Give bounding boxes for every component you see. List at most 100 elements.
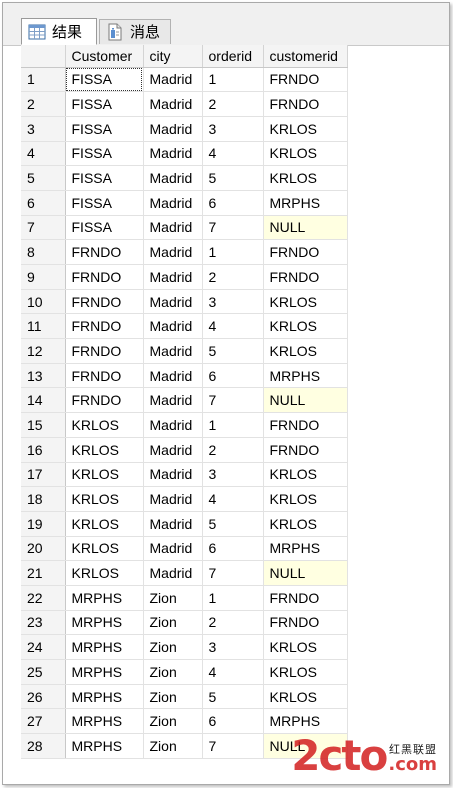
table-row[interactable]: 11 FRNDO Madrid 4 KRLOS <box>21 313 348 340</box>
cell-customer[interactable]: KRLOS <box>65 486 144 512</box>
tab-messages[interactable]: 消息 <box>99 19 171 44</box>
cell-rownum[interactable]: 16 <box>21 437 66 463</box>
cell-rownum[interactable]: 15 <box>21 412 66 438</box>
cell-customer[interactable]: FRNDO <box>65 387 144 414</box>
cell-orderid[interactable]: 7 <box>202 215 264 241</box>
cell-customer[interactable]: FISSA <box>65 116 144 142</box>
table-row[interactable]: 10 FRNDO Madrid 3 KRLOS <box>21 289 348 315</box>
cell-customerid[interactable]: FRNDO <box>263 610 348 636</box>
cell-orderid[interactable]: 6 <box>202 536 264 562</box>
cell-customer[interactable]: FISSA <box>65 165 144 191</box>
cell-customerid[interactable]: KRLOS <box>263 289 348 315</box>
cell-city[interactable]: Zion <box>143 585 203 611</box>
table-row[interactable]: 12 FRNDO Madrid 5 KRLOS <box>21 338 348 364</box>
cell-customerid[interactable]: KRLOS <box>263 165 348 191</box>
cell-city[interactable]: Madrid <box>143 363 203 389</box>
cell-customer[interactable]: MRPHS <box>65 733 144 759</box>
cell-rownum[interactable]: 19 <box>21 511 66 537</box>
table-row[interactable]: 27 MRPHS Zion 6 MRPHS <box>21 708 348 735</box>
cell-orderid[interactable]: 2 <box>202 437 264 463</box>
cell-orderid[interactable]: 1 <box>202 585 264 611</box>
cell-customerid[interactable]: FRNDO <box>263 412 348 438</box>
table-row[interactable]: 3 FISSA Madrid 3 KRLOS <box>21 116 348 142</box>
table-row[interactable]: 17 KRLOS Madrid 3 KRLOS <box>21 462 348 488</box>
cell-city[interactable]: Madrid <box>143 338 203 364</box>
cell-city[interactable]: Zion <box>143 610 203 636</box>
cell-city[interactable]: Madrid <box>143 289 203 315</box>
cell-rownum[interactable]: 17 <box>21 462 66 488</box>
cell-customerid[interactable]: FRNDO <box>263 91 348 117</box>
cell-orderid[interactable]: 6 <box>202 708 264 735</box>
cell-orderid[interactable]: 6 <box>202 363 264 389</box>
cell-customerid[interactable]: KRLOS <box>263 486 348 512</box>
cell-customerid[interactable]: FRNDO <box>263 239 348 265</box>
table-row[interactable]: 13 FRNDO Madrid 6 MRPHS <box>21 363 348 389</box>
cell-orderid[interactable]: 7 <box>202 733 264 759</box>
cell-city[interactable]: Zion <box>143 684 203 710</box>
cell-rownum[interactable]: 9 <box>21 264 66 290</box>
cell-customerid[interactable]: MRPHS <box>263 363 348 389</box>
cell-customerid[interactable]: NULL <box>263 387 348 414</box>
cell-orderid[interactable]: 5 <box>202 684 264 710</box>
cell-customerid[interactable]: KRLOS <box>263 634 348 660</box>
cell-customerid[interactable]: KRLOS <box>263 659 348 685</box>
cell-customer[interactable]: KRLOS <box>65 462 144 488</box>
cell-customerid[interactable]: NULL <box>263 560 348 586</box>
column-header-orderid[interactable]: orderid <box>202 45 264 68</box>
column-header-rownum[interactable] <box>21 45 66 68</box>
cell-rownum[interactable]: 7 <box>21 215 66 241</box>
cell-rownum[interactable]: 23 <box>21 610 66 636</box>
cell-customer[interactable]: FRNDO <box>65 363 144 389</box>
cell-customerid[interactable]: MRPHS <box>263 536 348 562</box>
cell-rownum[interactable]: 10 <box>21 289 66 315</box>
cell-orderid[interactable]: 7 <box>202 387 264 414</box>
cell-city[interactable]: Zion <box>143 634 203 660</box>
cell-customer[interactable]: KRLOS <box>65 511 144 537</box>
cell-rownum[interactable]: 28 <box>21 733 66 759</box>
cell-customerid[interactable]: KRLOS <box>263 684 348 710</box>
cell-rownum[interactable]: 5 <box>21 165 66 191</box>
cell-orderid[interactable]: 5 <box>202 338 264 364</box>
tab-results[interactable]: 结果 <box>21 18 97 45</box>
cell-orderid[interactable]: 4 <box>202 313 264 340</box>
cell-customer[interactable]: FRNDO <box>65 289 144 315</box>
cell-rownum[interactable]: 12 <box>21 338 66 364</box>
column-header-customer[interactable]: Customer <box>65 45 144 68</box>
cell-city[interactable]: Madrid <box>143 165 203 191</box>
cell-orderid[interactable]: 2 <box>202 91 264 117</box>
table-row[interactable]: 21 KRLOS Madrid 7 NULL <box>21 560 348 586</box>
table-row[interactable]: 26 MRPHS Zion 5 KRLOS <box>21 684 348 710</box>
table-row[interactable]: 20 KRLOS Madrid 6 MRPHS <box>21 536 348 562</box>
cell-rownum[interactable]: 20 <box>21 536 66 562</box>
cell-customer[interactable]: MRPHS <box>65 610 144 636</box>
cell-rownum[interactable]: 14 <box>21 387 66 414</box>
cell-rownum[interactable]: 27 <box>21 708 66 735</box>
table-row[interactable]: 24 MRPHS Zion 3 KRLOS <box>21 634 348 660</box>
cell-customer[interactable]: FISSA <box>65 215 144 241</box>
cell-rownum[interactable]: 6 <box>21 190 66 216</box>
cell-customer[interactable]: FRNDO <box>65 313 144 340</box>
cell-customer[interactable]: KRLOS <box>65 412 144 438</box>
table-row[interactable]: 8 FRNDO Madrid 1 FRNDO <box>21 239 348 265</box>
cell-customerid[interactable]: NULL <box>263 215 348 241</box>
cell-city[interactable]: Madrid <box>143 313 203 340</box>
table-row[interactable]: 7 FISSA Madrid 7 NULL <box>21 215 348 241</box>
cell-customerid[interactable]: KRLOS <box>263 338 348 364</box>
cell-rownum[interactable]: 22 <box>21 585 66 611</box>
cell-customerid[interactable]: FRNDO <box>263 67 348 93</box>
cell-orderid[interactable]: 7 <box>202 560 264 586</box>
cell-city[interactable]: Madrid <box>143 486 203 512</box>
cell-orderid[interactable]: 1 <box>202 239 264 265</box>
cell-orderid[interactable]: 6 <box>202 190 264 216</box>
cell-rownum[interactable]: 8 <box>21 239 66 265</box>
cell-orderid[interactable]: 1 <box>202 67 264 93</box>
cell-customer[interactable]: FISSA <box>65 67 144 93</box>
cell-orderid[interactable]: 4 <box>202 486 264 512</box>
cell-orderid[interactable]: 2 <box>202 264 264 290</box>
cell-orderid[interactable]: 2 <box>202 610 264 636</box>
cell-city[interactable]: Madrid <box>143 190 203 216</box>
table-row[interactable]: 6 FISSA Madrid 6 MRPHS <box>21 190 348 216</box>
cell-customer[interactable]: FRNDO <box>65 264 144 290</box>
cell-customer[interactable]: KRLOS <box>65 560 144 586</box>
cell-rownum[interactable]: 25 <box>21 659 66 685</box>
